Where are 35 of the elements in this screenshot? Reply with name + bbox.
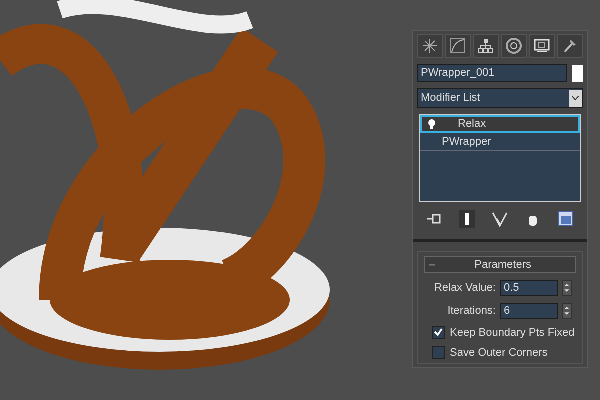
panel-tab[interactable] [501,34,527,58]
panel-tab[interactable] [445,34,471,58]
panel-tab[interactable] [529,34,555,58]
checkbox-label: Keep Boundary Pts Fixed [450,326,575,338]
field-label: Iterations: [448,305,496,317]
target-icon [505,37,523,55]
hierarchy-icon [477,37,495,55]
stack-item-label: PWrapper [442,136,492,148]
panel-tab[interactable] [473,34,499,58]
stack-item[interactable]: PWrapper [420,133,580,151]
show-end-result-icon[interactable] [458,210,476,228]
spinner-arrows-icon[interactable] [562,280,572,296]
checkbox[interactable] [432,326,445,339]
caret-icon [572,96,579,100]
panel-tab[interactable] [557,34,583,58]
lightbulb-icon [428,119,436,129]
color-swatch[interactable] [572,64,583,82]
monitor-icon [533,37,551,55]
modifier-list-dropdown[interactable]: Modifier List [417,88,583,108]
stack-item[interactable]: Relax [420,115,580,133]
collapse-toggle[interactable]: – [429,258,436,270]
curve-icon [449,37,467,55]
rollout-header[interactable]: – Parameters [424,256,576,273]
rollout-title: Parameters [474,258,532,270]
create-star-icon [421,37,439,55]
field-label: Relax Value: [434,282,496,294]
spinner-field[interactable]: 0.5 [500,280,558,296]
spinner-arrows-icon[interactable] [562,303,572,319]
checkbox-label: Save Outer Corners [450,346,548,358]
stack-item-label: Relax [458,118,486,130]
checkbox[interactable] [432,346,445,359]
spinner-field[interactable]: 6 [500,303,558,319]
object-name-field[interactable]: PWrapper_001 [417,64,567,82]
configure-icon[interactable] [557,210,576,228]
panel-tab[interactable] [417,34,443,58]
